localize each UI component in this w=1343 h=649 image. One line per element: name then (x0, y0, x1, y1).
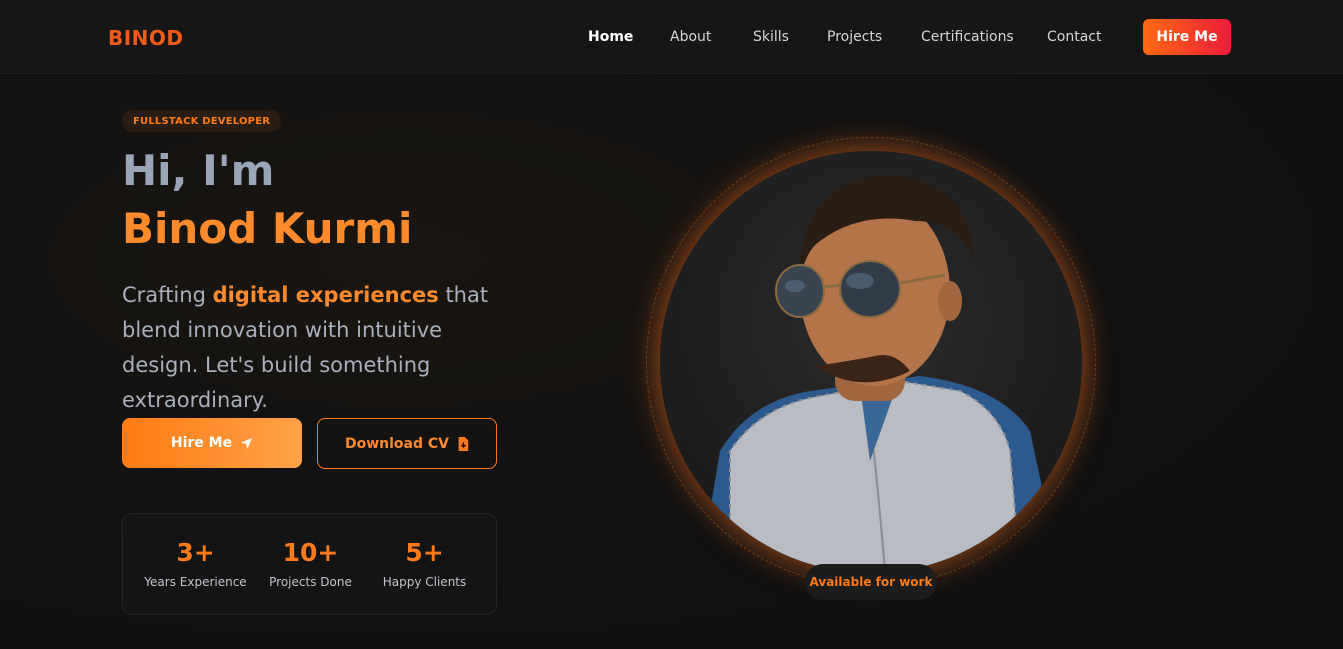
download-cv-button[interactable]: Download CV (317, 418, 497, 469)
file-download-icon (458, 436, 469, 451)
hire-me-label: Hire Me (170, 435, 233, 451)
role-badge: FULLSTACK DEVELOPER (122, 110, 282, 132)
profile-photo (660, 151, 1082, 573)
stat-label: Happy Clients (382, 575, 467, 589)
tagline-highlight: digital experiences (212, 283, 439, 307)
tagline-start: Crafting (122, 283, 213, 307)
stat-label: Projects Done (269, 575, 352, 589)
nav-link-certifications[interactable]: Certifications (921, 29, 1014, 45)
stats-card: 3+ Years Experience 10+ Projects Done 5+… (122, 513, 497, 615)
navbar: BINOD Home About Skills Projects Certifi… (0, 0, 1343, 74)
nav-link-projects[interactable]: Projects (827, 29, 882, 45)
stat-projects-done: 10+ Projects Done (248, 514, 373, 589)
portrait-illustration (700, 175, 1060, 572)
nav-link-home[interactable]: Home (588, 29, 633, 45)
download-cv-label: Download CV (344, 435, 449, 452)
stat-value: 10+ (282, 538, 339, 567)
nav-link-about[interactable]: About (670, 29, 711, 45)
nav-link-skills[interactable]: Skills (753, 29, 789, 45)
stat-years-experience: 3+ Years Experience (133, 514, 258, 589)
availability-badge: Available for work (805, 564, 937, 600)
nav-link-contact[interactable]: Contact (1047, 29, 1101, 45)
greeting-heading: Hi, I'm (122, 146, 275, 195)
tagline: Crafting digital experiences that blend … (122, 278, 522, 418)
logo[interactable]: BINOD (108, 26, 184, 50)
stat-value: 5+ (405, 538, 444, 567)
paper-plane-icon (241, 437, 253, 449)
stat-value: 3+ (176, 538, 215, 567)
nav-hire-button[interactable]: Hire Me (1143, 19, 1231, 55)
stat-happy-clients: 5+ Happy Clients (362, 514, 487, 589)
stat-label: Years Experience (144, 575, 247, 589)
hire-me-button[interactable]: Hire Me (122, 418, 302, 468)
name-heading: Binod Kurmi (122, 204, 413, 253)
